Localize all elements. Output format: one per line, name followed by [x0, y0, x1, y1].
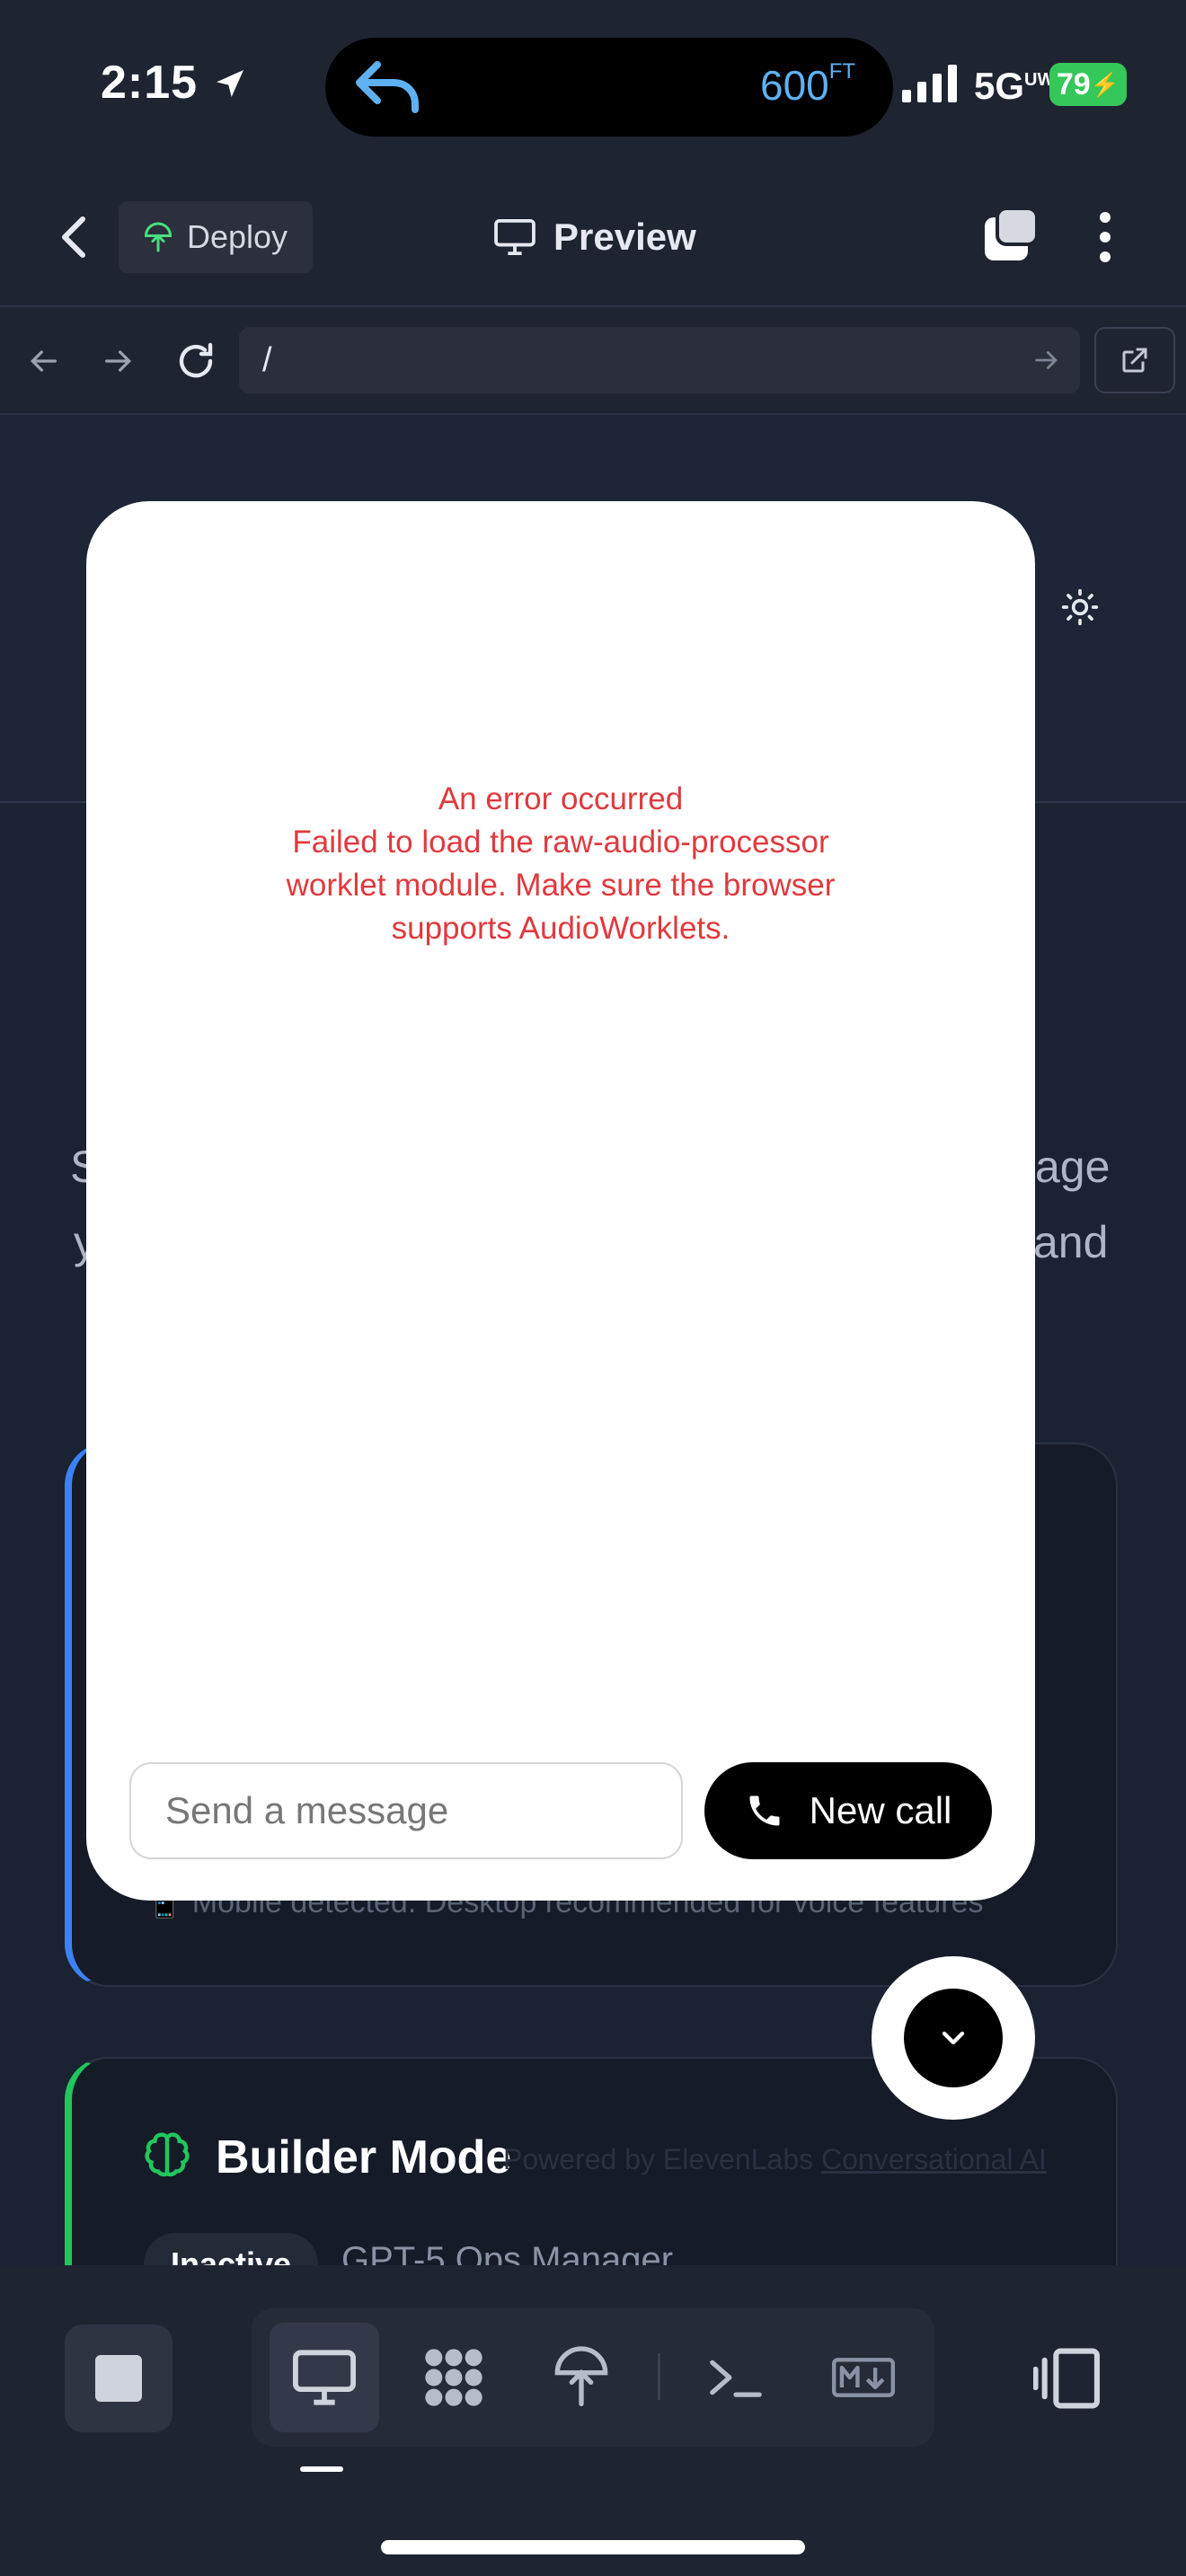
- battery-indicator: 79 ⚡: [1049, 63, 1127, 106]
- url-input[interactable]: /: [239, 327, 1080, 393]
- new-call-label: New call: [809, 1789, 952, 1831]
- markdown-icon: [832, 2358, 895, 2397]
- message-placeholder: Send a message: [165, 1789, 449, 1831]
- message-input[interactable]: Send a message: [129, 1762, 683, 1859]
- return-arrow-icon: [356, 61, 419, 113]
- toolbar-divider: [658, 2353, 660, 2400]
- bg-text-fragment: and: [1033, 1217, 1109, 1267]
- location-arrow-icon: [216, 70, 243, 97]
- back-chevron-icon[interactable]: [58, 212, 93, 262]
- integrations-view-button[interactable]: [399, 2323, 509, 2432]
- altitude-readout: 600FT: [760, 59, 856, 109]
- new-call-button[interactable]: New call: [704, 1762, 992, 1859]
- stop-icon: [95, 2355, 142, 2402]
- console-view-button[interactable]: [681, 2323, 791, 2432]
- phone-icon: [749, 1795, 780, 1826]
- reload-icon[interactable]: [174, 340, 217, 383]
- theme-toggle-sun-icon[interactable]: [1060, 587, 1100, 627]
- active-tab-indicator: [300, 2466, 343, 2472]
- url-text: /: [262, 341, 272, 379]
- voice-chat-modal: [86, 501, 1035, 1901]
- external-link-icon: [1122, 348, 1147, 373]
- monitor-icon: [494, 219, 535, 255]
- browser-back-icon[interactable]: [25, 343, 61, 379]
- panel-toggle-icon[interactable]: [1033, 2344, 1102, 2413]
- error-message: An error occurred Failed to load the raw…: [86, 778, 1035, 950]
- brain-icon: [145, 2132, 190, 2177]
- go-arrow-icon[interactable]: [1031, 345, 1062, 375]
- network-type: 5GUW: [974, 65, 1055, 107]
- powered-link[interactable]: Conversational AI: [821, 2143, 1047, 2175]
- collapse-widget-button[interactable]: [872, 1956, 1035, 2120]
- integrations-icon: [425, 2349, 482, 2406]
- tabs-icon[interactable]: [981, 207, 1039, 264]
- terminal-icon: [710, 2360, 762, 2397]
- status-time: 2:15: [101, 56, 248, 110]
- deploy-icon: [144, 222, 173, 252]
- builder-mode-title: Builder Mode: [216, 2131, 512, 2183]
- deploy-icon: [554, 2346, 608, 2406]
- monitor-icon: [293, 2350, 356, 2405]
- stop-button[interactable]: [65, 2325, 173, 2432]
- error-detail: Failed to load the raw-audio-processor w…: [286, 825, 836, 946]
- markdown-view-button[interactable]: [809, 2323, 918, 2432]
- preview-label: Preview: [553, 216, 696, 258]
- error-title: An error occurred: [438, 781, 684, 816]
- more-options-icon[interactable]: [1096, 210, 1114, 264]
- deploy-button[interactable]: Deploy: [119, 201, 313, 273]
- browser-forward-icon[interactable]: [101, 343, 137, 379]
- chevron-down-icon: [942, 2031, 965, 2045]
- powered-by-text: Powered by ElevenLabs Conversational AI: [503, 2143, 1047, 2175]
- deploy-view-button[interactable]: [527, 2323, 636, 2432]
- preview-tab[interactable]: Preview: [494, 212, 696, 262]
- preview-view-button[interactable]: [270, 2323, 379, 2432]
- signal-bars-icon: [902, 65, 957, 102]
- view-switcher: [252, 2308, 934, 2447]
- home-indicator: [381, 2540, 805, 2554]
- collapse-button-inner: [904, 1989, 1003, 2087]
- bg-text-fragment: age: [1035, 1142, 1111, 1192]
- charging-icon: ⚡: [1090, 70, 1120, 98]
- open-external-button[interactable]: [1094, 327, 1175, 393]
- deploy-label: Deploy: [187, 218, 288, 255]
